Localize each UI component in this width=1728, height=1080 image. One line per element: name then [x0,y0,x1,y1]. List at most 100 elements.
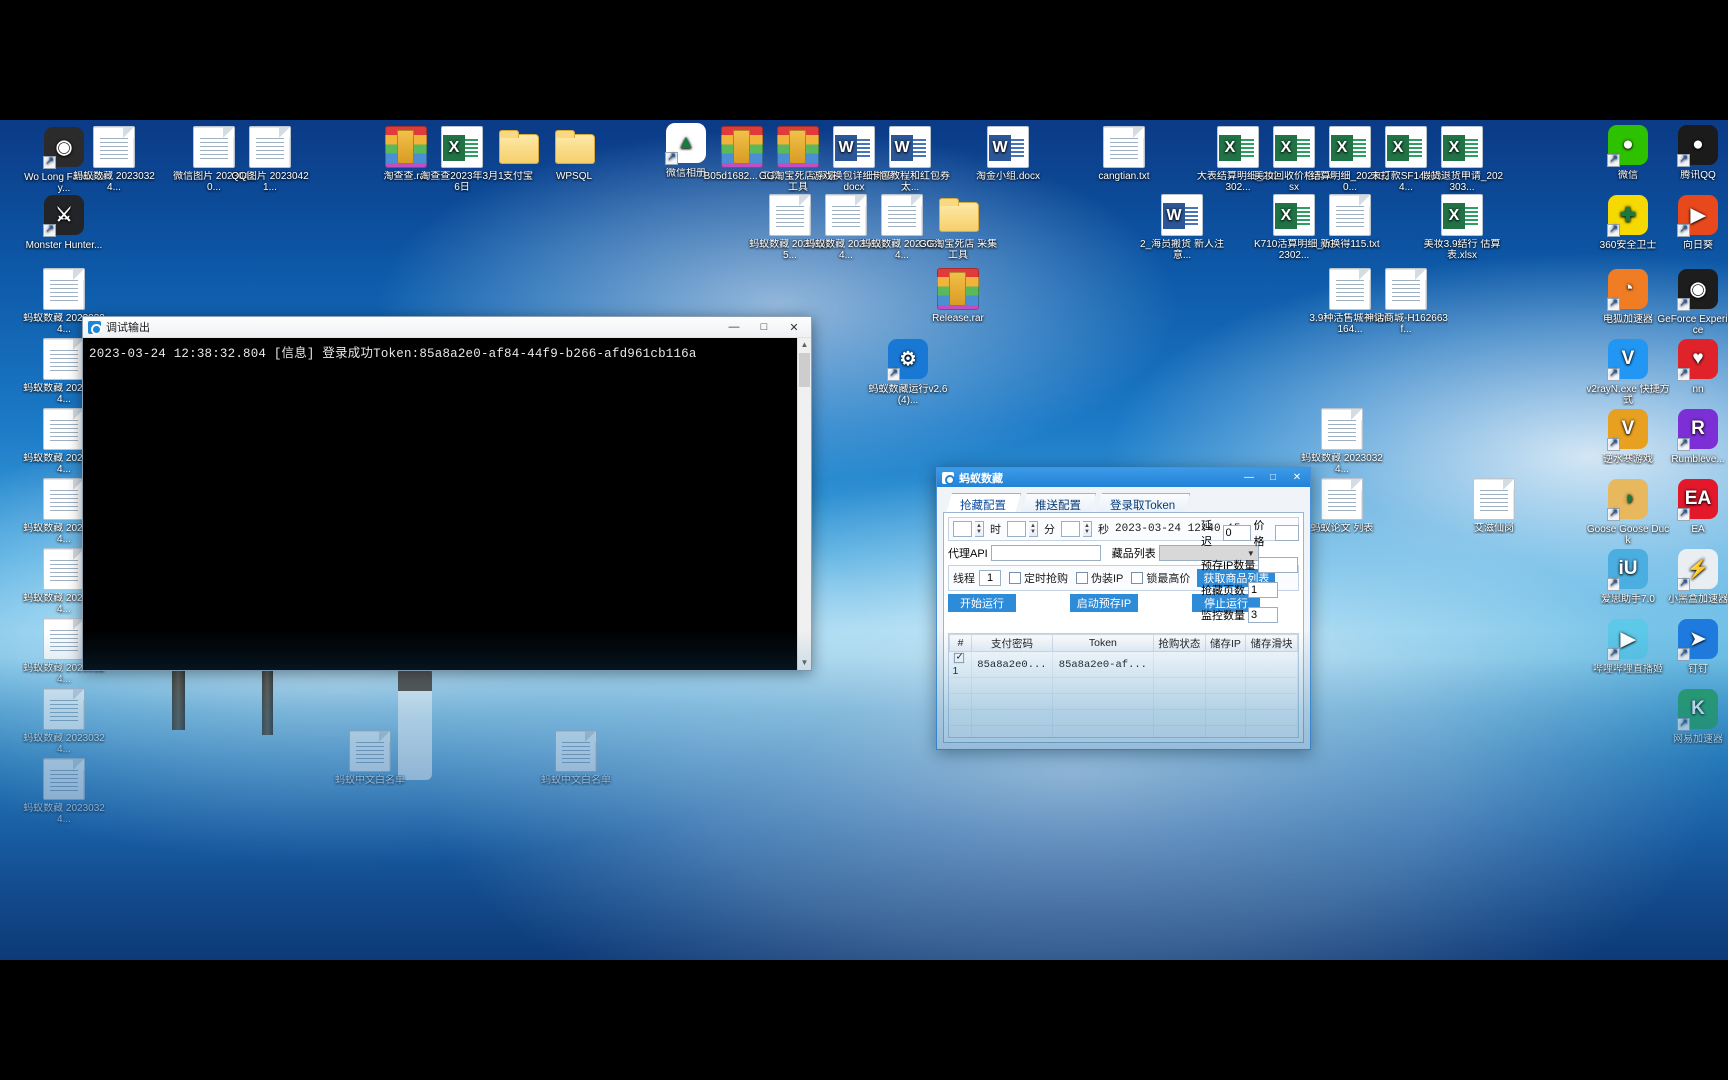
ant-collection-app-window[interactable]: 蚂蚁数藏 — □ ✕ 抢藏配置 推送配置 登录取Token ▲ ▼ 时 ▲ ▼ 分 [936,467,1311,750]
console-maximize-button[interactable]: □ [749,317,779,337]
checkbox-timed-buy[interactable]: 定时抢购 [1009,570,1068,586]
desktop-icon[interactable]: 美妆3.9结行 估算表.xlsx [1420,194,1504,261]
desktop-icon-label: 淘金小组.docx [976,171,1040,182]
desktop-icon[interactable]: 蚂蚁中文白名单 [534,730,618,786]
doc-file-icon [1161,194,1203,236]
console-close-button[interactable]: ✕ [779,317,809,337]
second-stepper[interactable]: ▲ ▼ [1083,521,1092,537]
scrollbar-thumb[interactable] [799,353,810,387]
second-input[interactable] [1061,521,1080,537]
account-table-wrap[interactable]: #支付密码Token抢购状态储存IP储存滑块 185a8a2e0...85a8a… [948,633,1299,738]
desktop-icon[interactable]: ⚡小黑盒加速器 [1656,548,1728,605]
checkbox-box[interactable] [1009,572,1021,584]
desktop-icon[interactable]: ⚔Monster Hunter... [22,194,106,251]
table-header-cell[interactable]: # [949,634,972,652]
desktop-icon[interactable]: K网易加速器 [1656,688,1728,745]
shortcut-arrow-icon [1677,506,1690,521]
shortcut-arrow-icon [1677,436,1690,451]
row-checkbox[interactable] [953,651,964,664]
console-minimize-button[interactable]: — [719,317,749,337]
desktop-icon[interactable]: WPSQL [532,126,616,182]
shortcut-arrow-icon [1607,646,1620,661]
desktop-icon[interactable]: ➤钉钉 [1656,618,1728,675]
debug-output-window[interactable]: 调试输出 — □ ✕ 2023-03-24 12:38:32.804 [信息] … [82,316,812,671]
price-label: 价格 [1253,520,1265,548]
desktop-icon[interactable]: cangtian.txt [1082,126,1166,182]
app-maximize-button[interactable]: □ [1261,469,1285,487]
desktop-icon[interactable]: 卡包教程和红包券太... [868,126,952,193]
table-empty-cell [1153,725,1206,737]
desktop-icon[interactable]: EAEA [1656,478,1728,535]
preload-ip-button[interactable]: 启动预存IP [1070,594,1138,612]
proxy-api-input[interactable] [990,545,1101,561]
hour-stepper[interactable]: ▲ ▼ [975,521,984,537]
preload-ip-count-input[interactable] [1258,557,1299,573]
checkbox-box[interactable] [1131,572,1144,584]
table-empty-cell [1052,725,1154,737]
table-empty-cell [1052,693,1154,710]
folder-file-icon [937,194,979,236]
desktop-icon[interactable]: Release.rar [916,268,1000,324]
desktop-icon[interactable]: RRumbleve... [1656,408,1728,465]
right-fields: 延迟 价格 预存IP数量 抢藏页数 监控数量 [1201,517,1299,623]
desktop-icon[interactable]: 蚂蚁数藏 20230324... [72,126,156,193]
minute-stepper[interactable]: ▲ ▼ [1029,521,1038,537]
app-close-button[interactable]: ✕ [1285,469,1309,487]
desktop-icon-label: 美妆3.9结行 估算表.xlsx [1423,239,1501,261]
desktop-icon[interactable]: 艾滋仙岗 [1452,478,1536,534]
desktop-icon[interactable]: 淘金小组.docx [966,126,1050,182]
monitor-count-input[interactable] [1248,607,1278,623]
app-minimize-button[interactable]: — [1237,469,1261,487]
hour-input[interactable] [953,521,972,537]
table-header-cell[interactable]: 支付密码 [971,634,1053,652]
desktop-icon[interactable]: ●腾讯QQ [1656,124,1728,181]
table-empty-cell [1245,725,1298,737]
desktop-icon[interactable]: 神话商城-H162663f... [1364,268,1448,335]
row-select-cell[interactable]: 1 [949,651,972,678]
rar-file-icon [937,268,979,310]
desktop-icon-label: 2_海员搬货 新人注意... [1140,239,1224,261]
desktop-icon[interactable]: 蚂蚁中文白名单 [328,730,412,786]
desktop-icon-label: EA [1691,524,1705,535]
table-header-cell[interactable]: 储存IP [1204,634,1247,652]
desktop-icon[interactable]: ⚙蚂蚁数藏运行v2.6 (4)... [866,338,950,406]
desktop-icon[interactable]: 2_海员搬货 新人注意... [1140,194,1224,261]
app-title-bar[interactable]: 蚂蚁数藏 — □ ✕ [937,468,1310,487]
desktop-icon[interactable]: 蚂蚁论文 列表 [1300,478,1384,534]
checkbox-lock-max-price[interactable]: 锁最高价 [1131,570,1190,586]
desktop-icon[interactable]: 新换得115.txt [1308,194,1392,250]
desktop-icon[interactable]: 蚂蚁数藏 20230324... [22,758,106,825]
desktop-icon[interactable]: 蚂蚁数藏 20230324... [1300,408,1384,475]
desktop-icon[interactable]: ♥nn [1656,338,1728,395]
desktop-icon[interactable]: ◉GeForce Experience [1656,268,1728,336]
thread-input[interactable] [979,570,1001,586]
checkbox-box[interactable] [1076,572,1088,584]
checkbox-fake-ip[interactable]: 伪装IP [1076,570,1123,586]
desktop-icon-label: 腾讯QQ [1680,170,1716,181]
grab-pages-input[interactable] [1248,582,1278,598]
table-header-cell[interactable]: 抢购状态 [1152,634,1206,652]
delay-input[interactable] [1222,525,1251,541]
price-input[interactable] [1275,525,1299,541]
minute-input[interactable] [1007,521,1026,537]
desktop-icon[interactable]: ▶向日葵 [1656,194,1728,251]
table-cell-store-slider [1245,651,1298,678]
desktop-icon[interactable]: GG淘宝死店 采集工具 [916,194,1000,261]
table-row[interactable]: 185a8a2e0...85a8a2e0-af... [949,651,1298,678]
shortcut-arrow-icon [1677,296,1690,311]
desktop-icon-label: 神话商城-H162663f... [1364,313,1448,335]
table-header-cell[interactable]: Token [1051,634,1154,652]
second-label: 秒 [1098,524,1109,536]
desktop-icon[interactable]: QQ图片 20230421... [228,126,312,193]
console-title-bar[interactable]: 调试输出 — □ ✕ [83,317,811,338]
table-header-cell[interactable]: 储存滑块 [1245,634,1298,652]
scroll-up-icon[interactable]: ▲ [798,338,811,352]
start-run-button[interactable]: 开始运行 [948,594,1016,612]
proxy-api-label: 代理API [948,548,988,560]
scroll-down-icon[interactable]: ▼ [798,656,811,670]
console-scrollbar[interactable]: ▲ ▼ [797,338,811,670]
desktop-icon[interactable]: 蚂蚁数藏 20230324... [22,688,106,755]
table-empty-row [949,693,1298,710]
console-output-area[interactable]: 2023-03-24 12:38:32.804 [信息] 登录成功Token:8… [83,338,811,670]
desktop-icon[interactable]: 假货退货申请_202303... [1420,126,1504,193]
